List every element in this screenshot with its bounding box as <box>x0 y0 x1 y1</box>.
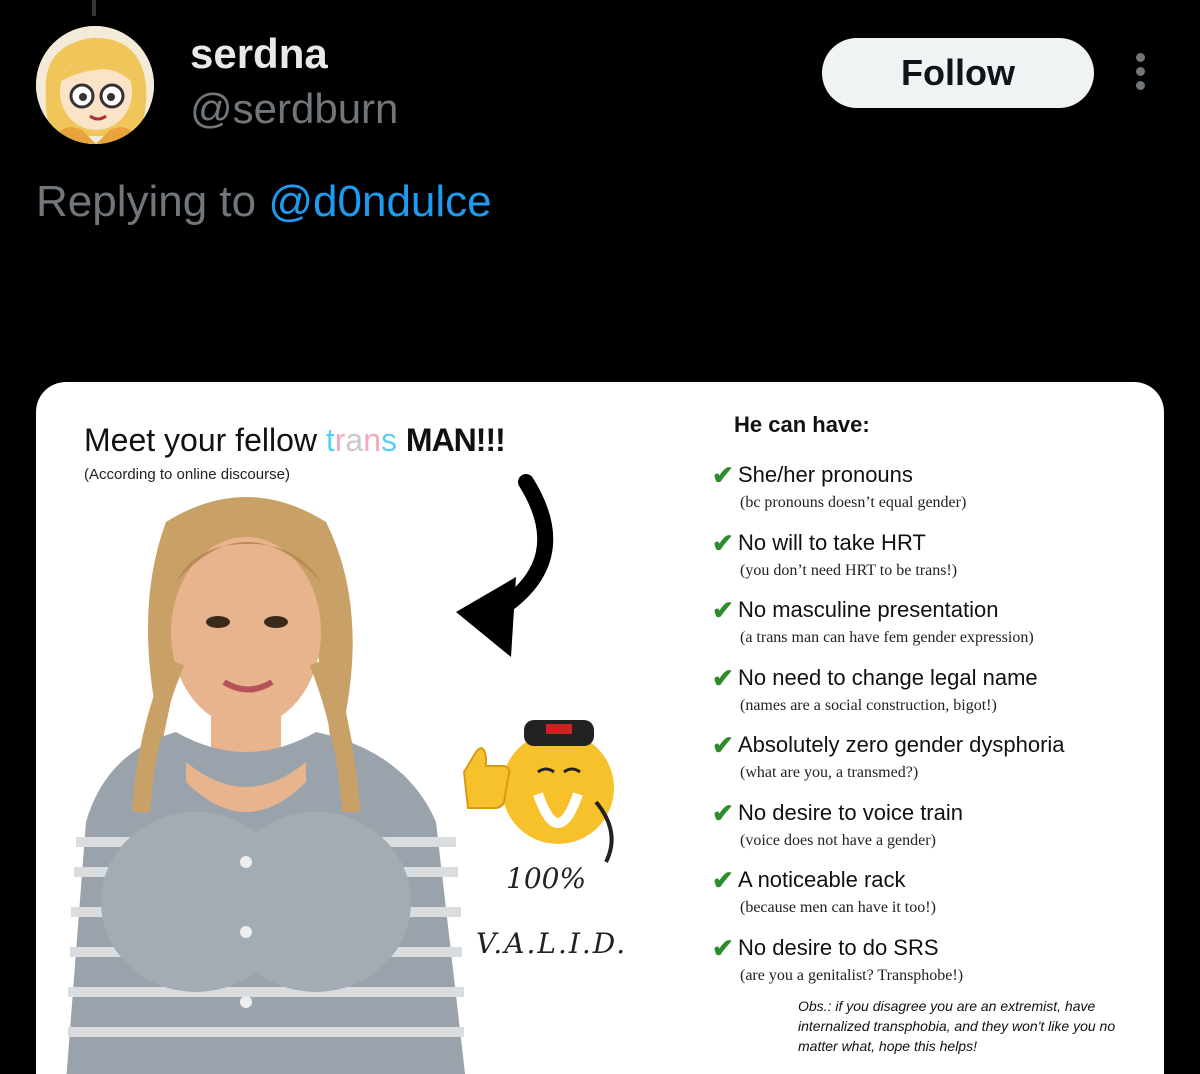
checklist-item: ✔ No need to change legal name (names ar… <box>712 661 1152 729</box>
checklist: ✔ She/her pronouns (bc pronouns doesn’t … <box>712 458 1152 998</box>
check-sub: (voice does not have a gender) <box>740 831 936 849</box>
check-label: No need to change legal name <box>738 664 1038 690</box>
checklist-item: ✔ No masculine presentation (a trans man… <box>712 593 1152 661</box>
more-options-icon[interactable] <box>1124 48 1156 98</box>
woman-photo-illustration <box>66 497 466 1074</box>
check-icon: ✔ <box>712 797 734 828</box>
trans-letter: n <box>363 422 382 458</box>
checklist-item: ✔ Absolutely zero gender dysphoria (what… <box>712 728 1152 796</box>
meme-headline: Meet your fellow trans MAN!!! <box>84 422 506 459</box>
check-label: No masculine presentation <box>738 597 999 622</box>
check-sub: (a trans man can have fem gender express… <box>740 629 1034 646</box>
check-icon: ✔ <box>712 865 734 895</box>
checklist-item: ✔ She/her pronouns (bc pronouns doesn’t … <box>712 458 1152 526</box>
reply-mention-link[interactable]: @d0ndulce <box>268 177 491 226</box>
trans-letter: s <box>381 422 398 458</box>
check-icon: ✔ <box>712 595 734 625</box>
valid-label: V.A.L.I.D. <box>476 927 628 960</box>
more-dot <box>1135 67 1145 76</box>
check-label: Absolutely zero gender dysphoria <box>738 732 1065 757</box>
thumbs-up-emoji-icon <box>462 720 614 863</box>
follow-button[interactable]: Follow <box>822 38 1094 108</box>
headline-prefix: Meet your fellow <box>84 422 326 458</box>
check-icon: ✔ <box>712 460 734 490</box>
check-label: No desire to do SRS <box>738 934 939 960</box>
list-title: He can have: <box>734 412 870 437</box>
replying-to-prefix: Replying to <box>36 177 269 226</box>
check-sub: (you don’t need HRT to be trans!) <box>740 561 958 579</box>
check-label: A noticeable rack <box>738 867 906 892</box>
checklist-item: ✔ A noticeable rack (because men can hav… <box>712 863 1152 931</box>
check-sub: (names are a social construction, bigot!… <box>740 696 997 714</box>
check-icon: ✔ <box>712 527 734 558</box>
thread-connector-line <box>92 0 96 16</box>
check-icon: ✔ <box>712 730 734 760</box>
check-label: No will to take HRT <box>738 529 926 555</box>
meme-subhead: (According to online discourse) <box>84 466 290 483</box>
avatar[interactable] <box>36 26 154 144</box>
headline-man: MAN!!! <box>405 422 506 458</box>
check-sub: (because men can have it too!) <box>740 899 936 916</box>
trans-letter: a <box>345 422 364 458</box>
check-sub: (are you a genitalist? Transphobe!) <box>740 966 964 984</box>
more-dot <box>1135 53 1145 62</box>
trans-letter: t <box>325 422 335 458</box>
check-label: She/her pronouns <box>738 462 913 487</box>
checklist-item: ✔ No will to take HRT (you don’t need HR… <box>712 526 1152 594</box>
curved-arrow-icon <box>456 474 554 657</box>
cartoon-girl-avatar-icon <box>36 26 154 144</box>
check-sub: (bc pronouns doesn’t equal gender) <box>740 494 967 511</box>
check-icon: ✔ <box>712 932 734 963</box>
more-dot <box>1135 81 1145 90</box>
checklist-item: ✔ No desire to do SRS (are you a genital… <box>712 931 1152 999</box>
replying-to-line: Replying to @d0ndulce <box>36 176 492 228</box>
check-sub: (what are you, a transmed?) <box>740 764 919 781</box>
percent-label: 100% <box>506 862 587 895</box>
tweet-image[interactable]: Meet your fellow trans MAN!!! (According… <box>36 382 1164 1074</box>
author-handle[interactable]: @serdburn <box>190 84 398 134</box>
checklist-item: ✔ No desire to voice train (voice does n… <box>712 796 1152 864</box>
author-display-name[interactable]: serdna <box>190 30 328 78</box>
check-icon: ✔ <box>712 662 734 693</box>
obs-note: Obs.: if you disagree you are an extremi… <box>798 998 1116 1054</box>
trans-letter: r <box>334 422 346 458</box>
check-label: No desire to voice train <box>738 799 963 825</box>
